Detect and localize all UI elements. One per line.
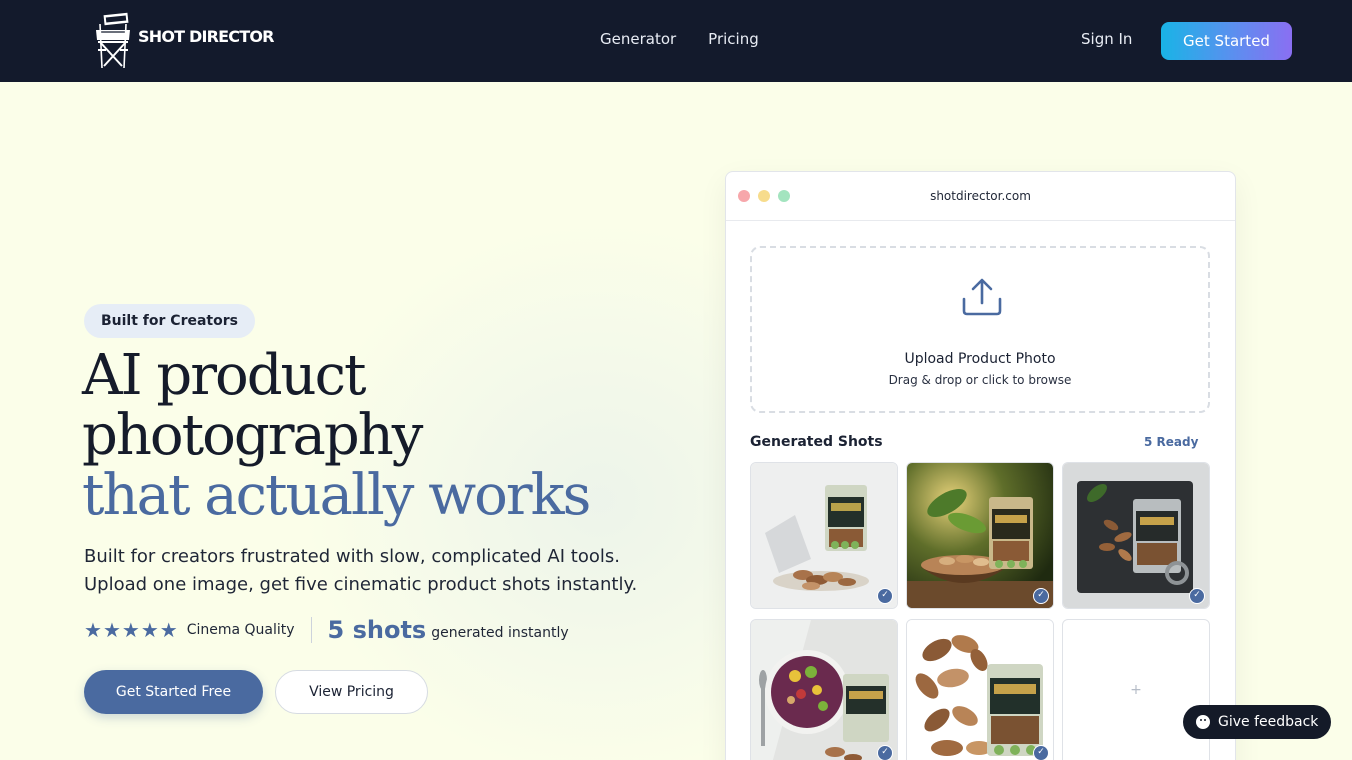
star-icon: ★	[121, 618, 140, 642]
nav-link-generator[interactable]: Generator	[600, 30, 676, 48]
product-photo-image	[907, 620, 1053, 760]
rating-divider	[310, 617, 312, 643]
rating-label: Cinema Quality	[186, 622, 295, 638]
selected-check-icon: ✓	[1033, 745, 1049, 760]
product-photo-image	[907, 463, 1053, 608]
hero-subtitle: Built for creators frustrated with slow,…	[84, 543, 684, 599]
selected-check-icon: ✓	[1189, 588, 1205, 604]
top-nav: SHOT DIRECTOR Generator Pricing Sign In …	[0, 0, 1352, 82]
ready-count-badge: 5 Ready	[1144, 435, 1199, 449]
feedback-label: Give feedback	[1218, 714, 1319, 730]
headline-line-2: photography	[82, 403, 423, 468]
plus-icon: +	[1130, 682, 1142, 698]
sign-in-link[interactable]: Sign In	[1081, 30, 1132, 48]
star-icon: ★	[159, 618, 178, 642]
star-icon: ★	[84, 618, 102, 642]
hero-headline: AI product photography that actually wor…	[82, 346, 702, 526]
generated-shot-3[interactable]: ✓	[1062, 462, 1210, 609]
generated-shot-5[interactable]: ✓	[906, 619, 1054, 760]
rating-stars: ★ ★ ★ ★ ★	[84, 620, 178, 640]
upload-title: Upload Product Photo	[904, 351, 1056, 367]
quality-rating: ★ ★ ★ ★ ★ Cinema Quality 5 shots generat…	[84, 616, 569, 644]
browser-url: shotdirector.com	[930, 189, 1031, 203]
director-chair-icon	[96, 12, 130, 68]
nav-links: Generator Pricing	[600, 30, 759, 48]
generated-shots-title: Generated Shots	[750, 434, 883, 450]
smiley-icon	[1196, 715, 1210, 729]
generated-shot-4[interactable]: ✓	[750, 619, 898, 760]
product-photo-image	[751, 620, 897, 760]
upload-dropzone[interactable]: Upload Product Photo Drag & drop or clic…	[750, 246, 1210, 413]
nav-link-pricing[interactable]: Pricing	[708, 30, 759, 48]
selected-check-icon: ✓	[1033, 588, 1049, 604]
headline-accent: that actually works	[82, 463, 591, 528]
browser-title-bar: shotdirector.com	[726, 172, 1235, 221]
subtitle-line-2: Upload one image, get five cinematic pro…	[84, 574, 638, 595]
product-photo-image	[1063, 463, 1209, 608]
app-preview-window: shotdirector.com Upload Product Photo Dr…	[725, 171, 1236, 760]
creators-badge: Built for Creators	[84, 304, 255, 338]
product-photo-image	[751, 463, 897, 608]
get-started-free-button[interactable]: Get Started Free	[84, 670, 263, 714]
view-pricing-button[interactable]: View Pricing	[275, 670, 428, 714]
subtitle-line-1: Built for creators frustrated with slow,…	[84, 546, 620, 567]
brand-name: SHOT DIRECTOR	[138, 26, 274, 46]
upload-icon	[962, 278, 1002, 316]
shots-count: 5 shots	[327, 616, 427, 644]
shots-label: generated instantly	[431, 625, 569, 641]
brand-logo[interactable]: SHOT DIRECTOR	[92, 12, 274, 68]
get-started-button[interactable]: Get Started	[1161, 22, 1292, 60]
give-feedback-button[interactable]: Give feedback	[1183, 705, 1331, 739]
star-icon: ★	[102, 618, 121, 642]
selected-check-icon: ✓	[877, 588, 893, 604]
generated-shot-1[interactable]: ✓	[750, 462, 898, 609]
headline-line-1: AI product	[82, 343, 366, 408]
upload-hint: Drag & drop or click to browse	[888, 373, 1072, 387]
empty-shot-slot[interactable]: +	[1062, 619, 1210, 760]
selected-check-icon: ✓	[877, 745, 893, 760]
star-icon: ★	[140, 618, 159, 642]
generated-shot-2[interactable]: ✓	[906, 462, 1054, 609]
generated-shots-grid: ✓ ✓ ✓ ✓ ✓ +	[750, 462, 1210, 760]
